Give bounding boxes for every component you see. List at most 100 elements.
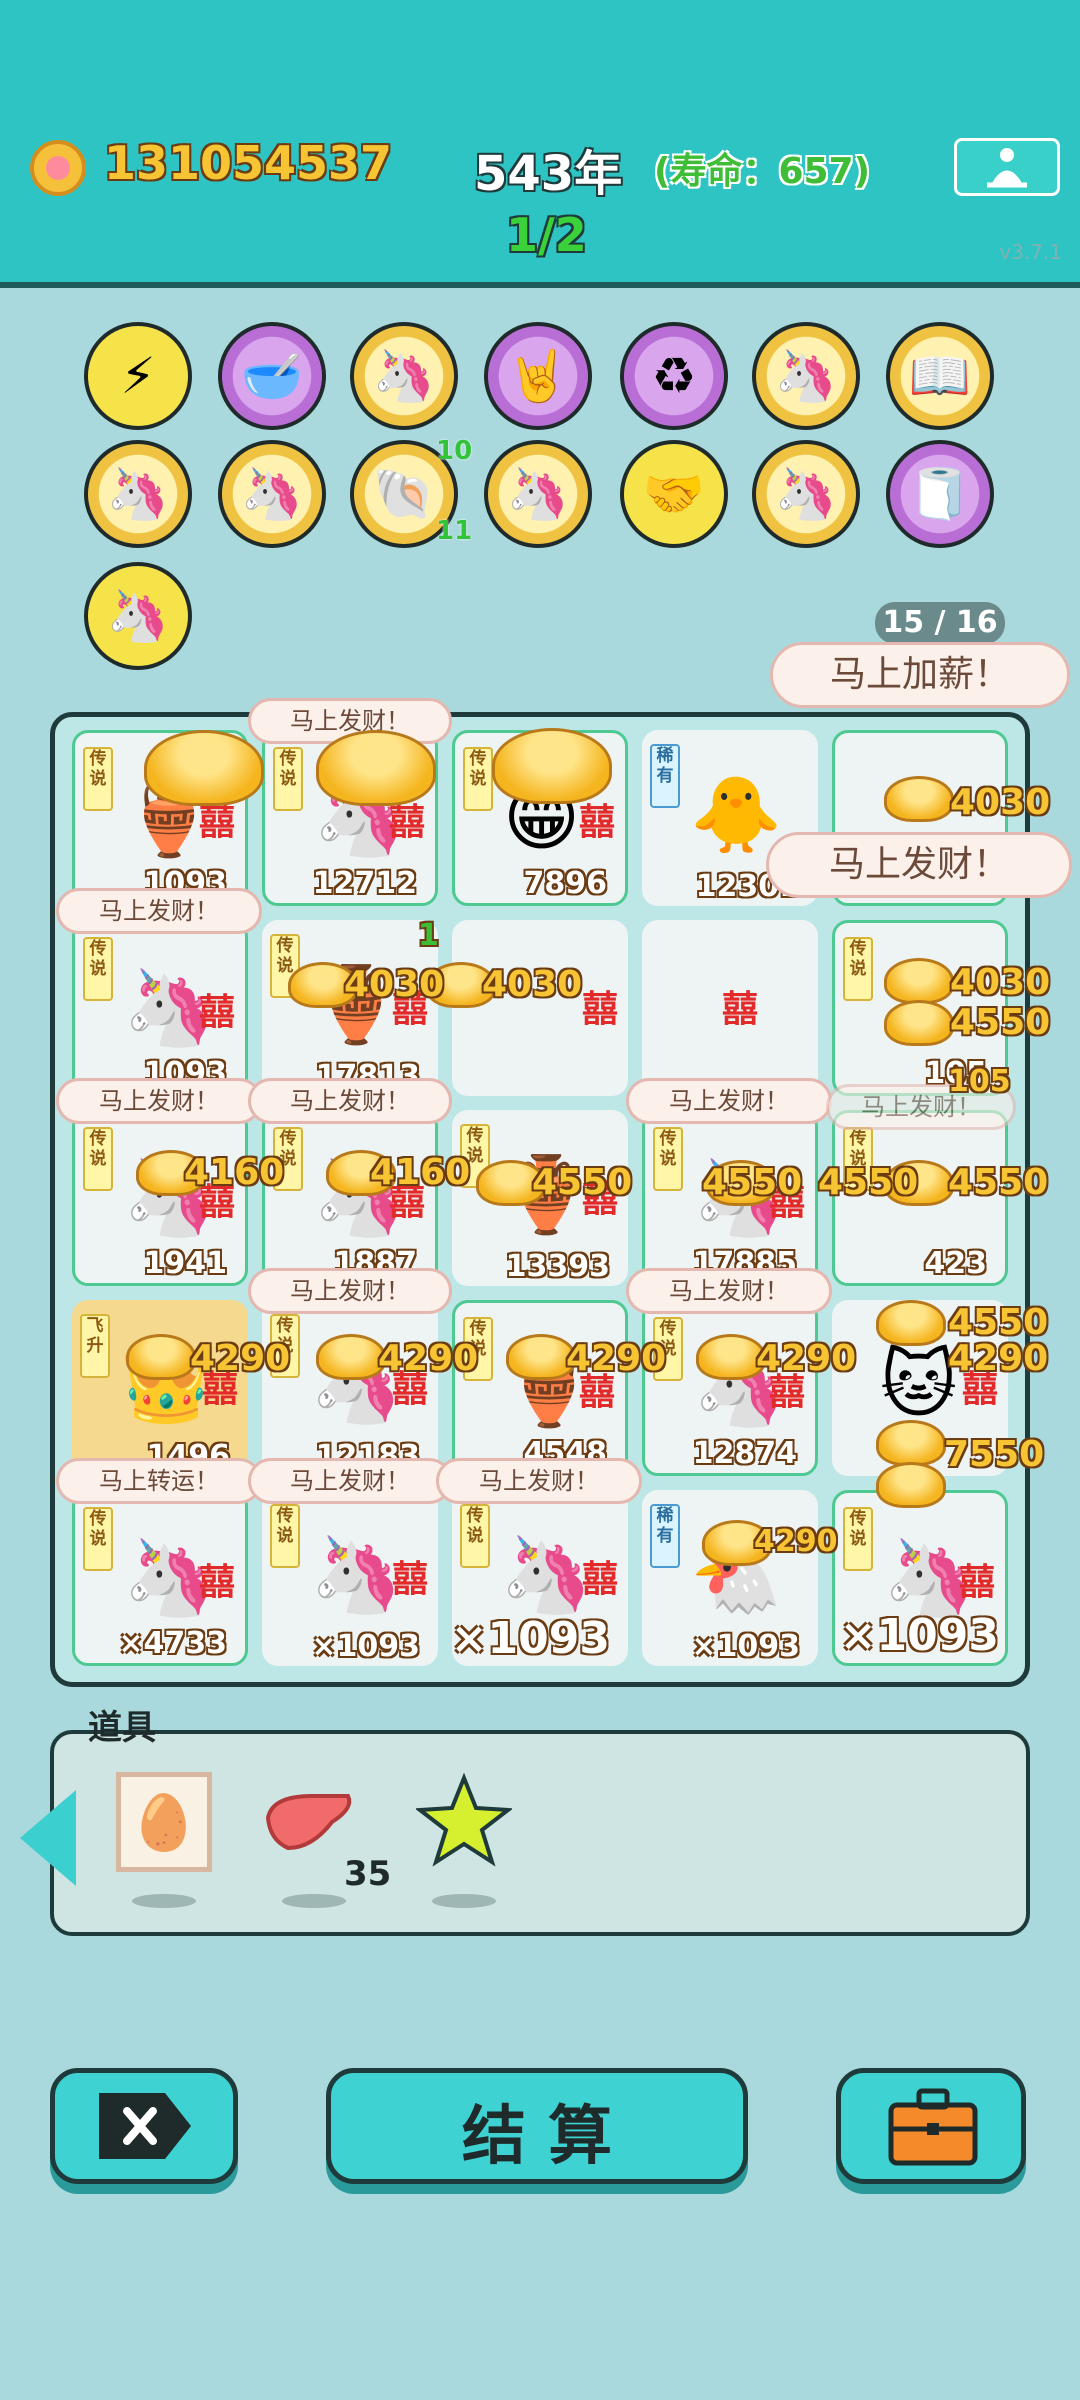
meditate-button[interactable] — [954, 138, 1060, 196]
floating-bonus: 4290 — [754, 1524, 838, 1559]
speech-bubble: 马上发财！ — [626, 1268, 832, 1314]
settle-label: 结 算 — [461, 2100, 613, 2174]
board-cell[interactable]: 传说 🏺 囍 17813 — [262, 920, 438, 1096]
unicorn-badge-icon[interactable]: 🦄 — [752, 322, 860, 430]
unicorn-badge-icon[interactable]: 🦄 — [84, 562, 192, 670]
speech-bubble: 马上转运！ — [56, 1458, 262, 1504]
floating-bonus: 4550 — [702, 1162, 803, 1203]
gold-ingot-icon — [126, 1334, 196, 1380]
floating-bonus: 4290 — [948, 1338, 1049, 1379]
progress-label: 1/2 — [506, 208, 587, 262]
floating-bonus: 4550 — [948, 1302, 1049, 1343]
cell-count: 7896 — [523, 866, 608, 901]
board-cell[interactable]: 传说 🦄 囍 12874 — [642, 1300, 818, 1476]
floating-bonus: 4160 — [370, 1152, 471, 1193]
top-bar: 131054537 543年 (寿命：657) 1/2 v3.7.1 — [0, 0, 1080, 288]
board-cell[interactable]: 飞升 👑 囍 1496 — [72, 1300, 248, 1476]
time-book-badge-icon[interactable]: 📖 — [886, 322, 994, 430]
floating-bonus: 4550 — [818, 1162, 919, 1203]
floating-bonus: 4290 — [190, 1338, 291, 1379]
rarity-tag: 传说 — [83, 747, 113, 811]
recycle-badge-icon[interactable]: ♻ — [620, 322, 728, 430]
board-cell[interactable]: 传说 🦄 囍 1093 — [72, 920, 248, 1096]
board-cell[interactable]: 囍 — [642, 920, 818, 1096]
gold-ingot-icon — [144, 730, 264, 806]
rarity-tag: 传说 — [843, 1507, 873, 1571]
rarity-tag: 传说 — [843, 937, 873, 1001]
gold-ingot-icon — [876, 1420, 946, 1466]
rock-hand-badge-icon[interactable]: 🤘 — [484, 322, 592, 430]
cell-count: 12874 — [692, 1436, 797, 1471]
floating-bonus: 4030 — [344, 964, 445, 1005]
star-icon[interactable] — [414, 1772, 514, 1872]
speech-bubble: 马上发财！ — [56, 888, 262, 934]
gold-ingot-icon — [884, 1000, 954, 1046]
cell-count: 423 — [924, 1246, 987, 1281]
cell-count: 12712 — [312, 866, 417, 901]
floating-bonus: 4290 — [566, 1338, 667, 1379]
rarity-tag: 传说 — [463, 747, 493, 811]
speech-bubble: 马上发财！ — [626, 1078, 832, 1124]
unicorn-badge-icon[interactable]: 🦄 — [350, 322, 458, 430]
speech-bubble: 马上发财！ — [436, 1458, 642, 1504]
gold-ingot-icon — [316, 730, 436, 806]
floating-bonus: 4160 — [184, 1152, 285, 1193]
lucky-cat-icon: 🐱 — [880, 1342, 958, 1428]
floating-bonus: 4290 — [378, 1338, 479, 1379]
cell-count: 13393 — [505, 1249, 610, 1284]
floating-bonus: 4550 — [950, 1002, 1051, 1043]
floating-bonus: 4030 — [482, 964, 583, 1005]
board-cell[interactable]: 传说 🦄 囍 ×1093 — [262, 1490, 438, 1666]
lightning-badge-icon[interactable]: ⚡ — [84, 322, 192, 430]
tissue-badge-icon[interactable]: 🧻 — [886, 440, 994, 548]
speech-bubble: 马上发财！ — [248, 1268, 452, 1314]
double-happiness-icon: 囍 — [198, 992, 235, 1033]
floating-bonus: 4550 — [532, 1162, 633, 1203]
board-cell[interactable]: 传说 🦄 囍 ×4733 — [72, 1490, 248, 1666]
board-cell[interactable]: 传说 🦄 囍 1941 — [72, 1110, 248, 1286]
rarity-tag: 传说 — [83, 937, 113, 1001]
board-counter: 15 / 16 — [875, 602, 1005, 644]
double-happiness-icon: 囍 — [958, 1562, 995, 1603]
board-cell[interactable]: 传说 🦄 囍 ×1093 — [451, 1490, 628, 1666]
cell-count: ×4733 — [118, 1626, 227, 1661]
unicorn-badge-icon[interactable]: 🦄 — [84, 440, 192, 548]
speech-bubble: 马上发财！ — [248, 1458, 452, 1504]
board-cell[interactable]: 传说 🏺 囍 4548 — [452, 1300, 628, 1476]
briefcase-icon — [888, 2088, 978, 2166]
year-label: 543年 — [474, 146, 623, 202]
board-cell[interactable]: 传说 🦄 囍 1887 — [262, 1110, 438, 1286]
board-cell[interactable]: 稀有 🐔 ×1093 — [642, 1490, 818, 1666]
chick-icon: 🐥 — [690, 772, 783, 858]
board-cell[interactable]: 传说 🦄 囍 ×1093 — [832, 1490, 1008, 1666]
rarity-tag: 传说 — [83, 1507, 113, 1571]
unicorn-icon: 🦄 — [500, 1532, 593, 1618]
handshake-badge-icon[interactable]: 🤝 — [620, 440, 728, 548]
board-cell[interactable]: 传说 🦄 囍 12183 — [262, 1300, 438, 1476]
unicorn-badge-icon[interactable]: 🦄 — [484, 440, 592, 548]
gold-ingot-icon — [876, 1300, 946, 1346]
gold-ingot-icon — [876, 1462, 946, 1508]
speech-bubble: 马上加薪！ — [770, 642, 1070, 708]
settle-button[interactable]: 结 算 — [326, 2068, 748, 2184]
floating-bonus: 105 — [948, 1064, 1011, 1099]
board-cell[interactable]: 囍 — [452, 920, 628, 1096]
floating-bonus: 4550 — [948, 1162, 1049, 1203]
cancel-button[interactable] — [50, 2068, 238, 2184]
left-arrow-button[interactable] — [20, 1790, 76, 1886]
egg-frame-icon[interactable]: 🥚 — [116, 1772, 212, 1872]
rarity-tag: 稀有 — [650, 1504, 680, 1568]
unicorn-badge-icon[interactable]: 🦄 — [218, 440, 326, 548]
floating-bonus: 4030 — [950, 962, 1051, 1003]
rarity-tag: 飞升 — [80, 1314, 110, 1378]
bowls-badge-icon[interactable]: 🥣 — [218, 322, 326, 430]
gold-ingot-icon — [492, 728, 612, 804]
bag-button[interactable] — [836, 2068, 1026, 2184]
unicorn-badge-icon[interactable]: 🦄 — [752, 440, 860, 548]
liver-count: 35 — [344, 1854, 392, 1894]
cell-count: ×1093 — [691, 1629, 800, 1664]
double-happiness-icon: 囍 — [581, 1559, 618, 1600]
close-icon — [99, 2093, 191, 2159]
gold-ingot-icon — [316, 1334, 386, 1380]
floating-bonus: 7550 — [944, 1434, 1045, 1475]
